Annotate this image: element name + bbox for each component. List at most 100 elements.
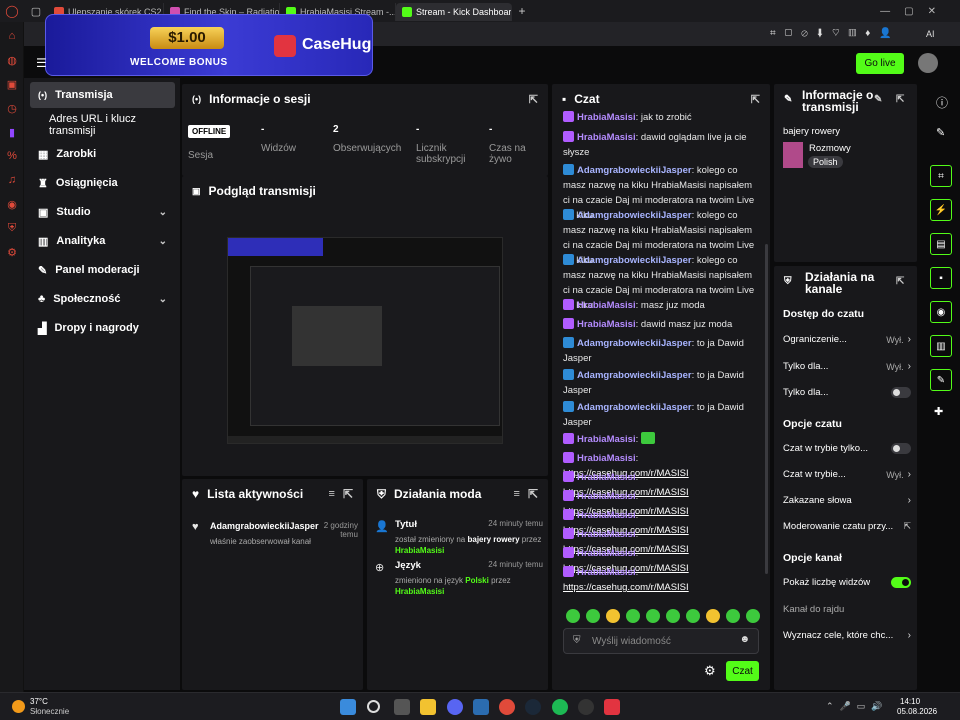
nav-item-spolecznosc[interactable]: ♣ Społeczność ⌄ [30,286,175,312]
spotify-icon[interactable] [552,699,568,715]
setting-row[interactable]: Zakazane słowa › [783,495,911,506]
chat-bubble-icon[interactable]: ▪ [930,267,952,289]
browser-tab-active[interactable]: Stream - Kick Dashboard [396,3,512,21]
nav-item-dropy[interactable]: ▟ Dropy i nagrody [30,315,175,341]
setting-toggle[interactable] [891,387,911,398]
setting-row[interactable]: Kanał do rajdu [783,604,911,615]
chat-username[interactable]: AdamgrabowieckiiJasper [577,338,692,349]
toolbar-icons[interactable]: ⌗▢⊘⬇♡▥♦👤 [770,28,901,39]
ai-button[interactable]: AI [926,29,935,39]
edit-icon[interactable]: ✎ [874,94,882,105]
hamburger-menu-icon[interactable]: ☰ [36,56,47,70]
chat-settings-icon[interactable]: ⚙ [704,663,716,679]
search-icon[interactable] [367,700,380,713]
sidebar-music-icon[interactable]: ♫ [0,168,24,192]
go-live-button[interactable]: Go live [856,53,904,74]
chat-message-input[interactable]: ⛨ Wyślij wiadomość ☻ [563,628,759,654]
sidebar-twitch-icon[interactable]: ▮ [0,120,24,144]
broadcast-icon[interactable]: ◉ [930,301,952,323]
chat-username[interactable]: AdamgrabowieckiiJasper [577,210,692,221]
nav-item-transmisja[interactable]: (•) Transmisja [30,82,175,108]
setting-toggle[interactable] [891,443,911,454]
chat-scrollbar[interactable] [765,244,768,574]
setting-row[interactable]: Czat w trybie... Wył. › [783,469,911,480]
chat-username[interactable]: HrabiaMasisi [577,112,636,123]
nav-item-osiagniecia[interactable]: ♜ Osiągnięcia [30,170,175,196]
discord-icon[interactable] [447,699,463,715]
task-view-icon[interactable] [394,699,410,715]
info-icon[interactable]: ⓘ [936,94,948,111]
window-controls[interactable]: —▢✕ [880,6,950,17]
nav-item-zarobki[interactable]: ▦ Zarobki [30,141,175,167]
emote-icon[interactable] [566,609,580,623]
emoji-picker-icon[interactable]: ☻ [739,634,750,645]
add-action-icon[interactable]: ✚ [934,405,943,418]
nav-item-stream-url-key[interactable]: Adres URL i klucz transmisji [30,112,175,138]
emote-icon[interactable] [646,609,660,623]
sidebar-game-icon[interactable]: ◉ [0,192,24,216]
chat-username[interactable]: HrabiaMasisi [577,132,636,143]
chat-username[interactable]: HrabiaMasisi [577,434,636,445]
popout-icon[interactable]: ⇱ [751,93,760,106]
chat-username[interactable]: AdamgrabowieckiiJasper [577,370,692,381]
casehug-ad-banner[interactable]: $1.00 WELCOME BONUS CaseHug [45,14,373,76]
chat-username[interactable]: HrabiaMasisi [577,300,636,311]
sidebar-bookmark-icon[interactable]: ▣ [0,72,24,96]
setting-row[interactable]: Tylko dla... Wył. › [783,361,911,372]
sidebar-settings-icon[interactable]: ⚙ [0,240,24,264]
sidebar-shield-icon[interactable]: ⛨ [0,216,24,240]
new-tab-icon[interactable]: + [512,4,532,18]
screen-icon[interactable]: ▥ [930,335,952,357]
setting-toggle[interactable] [891,577,911,588]
pencil-icon[interactable]: ✎ [936,126,945,139]
sidebar-percent-icon[interactable]: % [0,144,24,168]
obs-icon[interactable] [578,699,594,715]
sidebar-history-icon[interactable]: ◷ [0,96,24,120]
sidebar-messenger-icon[interactable]: ◍ [0,48,24,72]
chat-send-button[interactable]: Czat [726,661,759,681]
sidebar-home-icon[interactable]: ⌂ [0,24,24,48]
chat-username[interactable]: HrabiaMasisi [577,453,636,464]
opera-logo-icon[interactable]: ◯ [0,4,24,18]
filter-icon[interactable]: ≡ [514,488,520,500]
emote-icon[interactable] [606,609,620,623]
emote-icon[interactable] [706,609,720,623]
opera-taskbar-icon[interactable] [499,699,515,715]
chat-username[interactable]: HrabiaMasisi [577,472,636,483]
filter-icon[interactable]: ≡ [329,488,335,500]
setting-row[interactable]: Ograniczenie... Wył. › [783,334,911,345]
popout-icon[interactable]: ⇱ [529,93,538,106]
chat-username[interactable]: HrabiaMasisi [577,529,636,540]
setting-row[interactable]: Moderowanie czatu przy... ⇱ [783,521,911,532]
file-explorer-icon[interactable] [420,699,436,715]
nav-item-studio[interactable]: ▣ Studio ⌄ [30,199,175,225]
clip-icon[interactable]: ⌗ [930,165,952,187]
chat-username[interactable]: HrabiaMasisi [577,510,636,521]
emote-icon[interactable] [626,609,640,623]
nav-item-analityka[interactable]: ▥ Analityka ⌄ [30,228,175,254]
chat-link[interactable]: https://casehug.com/r/MASISI [563,582,689,593]
windows-start-icon[interactable] [340,699,356,715]
emote-icon[interactable] [586,609,600,623]
chat-username[interactable]: HrabiaMasisi [577,491,636,502]
popout-icon[interactable]: ⇱ [343,487,353,501]
user-avatar[interactable] [918,53,938,73]
popout-icon[interactable]: ⇱ [896,94,904,105]
stream-preview-video[interactable] [227,237,503,444]
chat-username[interactable]: AdamgrabowieckiiJasper [577,165,692,176]
nav-item-panel-moderacji[interactable]: ✎ Panel moderacji [30,257,175,283]
chat-username[interactable]: HrabiaMasisi [577,319,636,330]
chat-username[interactable]: HrabiaMasisi [577,567,636,578]
chat-username[interactable]: HrabiaMasisi [577,548,636,559]
emote-icon[interactable] [686,609,700,623]
chat-username[interactable]: AdamgrabowieckiiJasper [577,402,692,413]
emote-icon[interactable] [666,609,680,623]
document-icon[interactable]: ▤ [930,233,952,255]
lightning-icon[interactable]: ⚡ [930,199,952,221]
popout-icon[interactable]: ⇱ [528,487,538,501]
emote-icon[interactable] [726,609,740,623]
tab-switcher-icon[interactable]: ▢ [24,5,48,18]
steam-icon[interactable] [525,699,541,715]
wrench-icon[interactable]: ✎ [930,369,952,391]
emote-icon[interactable] [746,609,760,623]
